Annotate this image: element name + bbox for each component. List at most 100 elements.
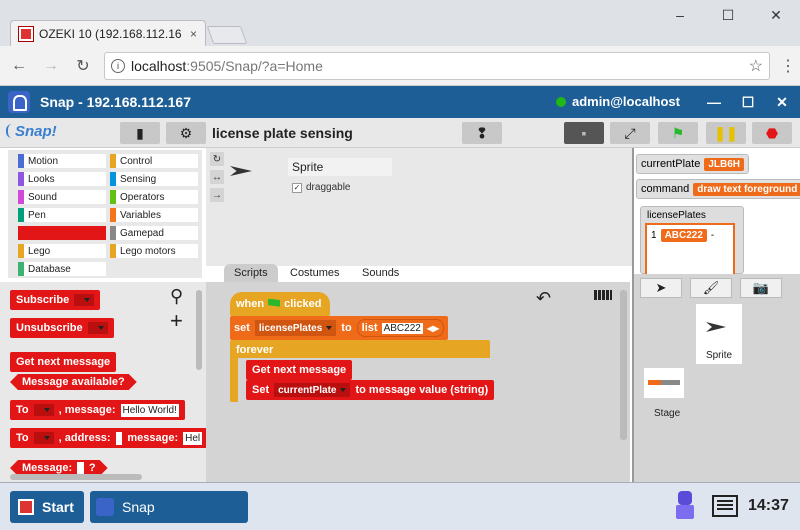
predicate-slot[interactable] (77, 462, 84, 475)
url-input[interactable]: i localhost:9505/Snap/?a=Home ☆ (104, 51, 770, 80)
maximize-button[interactable]: ☐ (704, 0, 752, 30)
category-lego-motors[interactable]: Lego motors (110, 244, 198, 258)
command-watcher[interactable]: command draw text foreground (636, 179, 800, 199)
current-plate-watcher[interactable]: currentPlate JLB6H (636, 154, 749, 174)
forward-arrow-icon[interactable]: → (38, 53, 64, 79)
message-available-block[interactable]: Message available? (10, 374, 137, 390)
tab-close-icon[interactable]: × (190, 27, 197, 41)
green-flag-icon[interactable]: ⚑ (658, 122, 698, 144)
rotate-any-icon[interactable]: ↻ (210, 152, 224, 166)
url-path: :9505/Snap/?a=Home (186, 57, 323, 74)
url-host: localhost (131, 57, 187, 74)
dropdown-arrow-icon[interactable] (33, 432, 54, 444)
address-slot[interactable] (115, 431, 123, 445)
robot-icon[interactable] (674, 491, 696, 521)
category-motion[interactable]: Motion (18, 154, 106, 168)
category-ozeki[interactable]: Ozeki (18, 226, 106, 240)
ozeki-maximize-button[interactable]: ☐ (738, 92, 758, 112)
single-stepping-icon[interactable]: ❢ (462, 122, 502, 144)
close-button[interactable]: ✕ (752, 0, 800, 30)
list-cell[interactable]: ABC222 (660, 229, 707, 242)
tab-costumes[interactable]: Costumes (280, 264, 350, 282)
category-sensing[interactable]: Sensing (110, 172, 198, 186)
minimize-button[interactable]: – (656, 0, 704, 30)
send-message-block[interactable]: To , message: Hello World! (10, 400, 185, 420)
category-pen[interactable]: Pen (18, 208, 106, 222)
category-label: Lego motors (120, 245, 176, 257)
license-plates-list-watcher[interactable]: licensePlates 1 ABC222- (640, 206, 744, 274)
pause-icon[interactable]: ❚❚ (706, 122, 746, 144)
list-arrows-icon[interactable]: ◀▶ (427, 324, 439, 333)
scripts-area[interactable]: when clicked set licensePlates to list ABC… (206, 282, 630, 482)
corral-toolbar: ➤ 🖌 📷 (640, 278, 782, 298)
dropdown-arrow-icon[interactable] (74, 294, 95, 306)
variable-dropdown[interactable]: licensePlates (254, 320, 337, 336)
set-variable-block[interactable]: set licensePlates to list ABC222 ◀▶ (230, 316, 448, 340)
category-gamepad[interactable]: Gamepad (110, 226, 198, 240)
when-flag-clicked-block[interactable]: when clicked (230, 292, 330, 316)
scripts-scrollbar[interactable] (620, 290, 627, 440)
get-next-message-block[interactable]: Get next message (246, 360, 353, 380)
paint-brush-icon[interactable]: 🖌 (690, 278, 732, 298)
block-label: Get next message (16, 356, 111, 368)
info-icon[interactable]: i (111, 58, 125, 73)
no-rotate-icon[interactable]: → (210, 188, 224, 202)
palette-scrollbar[interactable] (196, 290, 202, 370)
list-reporter-block[interactable]: list ABC222 ◀▶ (356, 319, 445, 337)
camera-icon[interactable]: 📷 (740, 278, 782, 298)
dropdown-arrow-icon[interactable] (33, 404, 54, 416)
browser-tab[interactable]: OZEKI 10 (192.168.112.16 × (10, 20, 206, 46)
reload-icon[interactable]: ↻ (70, 53, 96, 79)
sprite-name-input[interactable]: Sprite (288, 158, 392, 176)
category-database[interactable]: Database (18, 262, 106, 276)
keyboard-icon[interactable] (594, 290, 612, 300)
forever-block[interactable]: forever Get next message Set currentPlate… (230, 340, 495, 402)
get-next-message-block[interactable]: Get next message (10, 352, 117, 372)
start-button[interactable]: Start (10, 491, 84, 523)
tab-sounds[interactable]: Sounds (352, 264, 409, 282)
sprite-card-label: Sprite (705, 350, 733, 361)
new-tab-button[interactable] (206, 26, 248, 44)
subscribe-block[interactable]: Subscribe (10, 290, 101, 310)
back-arrow-icon[interactable]: ← (6, 53, 32, 79)
set-to-message-value-block[interactable]: Set currentPlate to message value (string) (246, 380, 495, 400)
variables-color-icon (110, 208, 116, 222)
stage-thumbnail[interactable] (644, 368, 684, 398)
gamepad-color-icon (110, 226, 116, 240)
file-menu-icon[interactable]: ▮ (120, 122, 160, 144)
list-item-slot[interactable]: ABC222 (381, 322, 423, 334)
monitor-icon[interactable] (712, 495, 738, 517)
category-control[interactable]: Control (110, 154, 198, 168)
message-slot[interactable]: Hello World! (120, 403, 179, 417)
unsubscribe-block[interactable]: Unsubscribe (10, 318, 114, 338)
category-lego[interactable]: Lego (18, 244, 106, 258)
category-sound[interactable]: Sound (18, 190, 106, 204)
taskbar-item-snap[interactable]: Snap (90, 491, 248, 523)
send-message-address-block[interactable]: To , address: message: Hel (10, 428, 206, 448)
search-icon[interactable]: ⚲ (170, 286, 183, 307)
bookmark-star-icon[interactable]: ☆ (749, 56, 763, 76)
dropdown-arrow-icon[interactable] (87, 322, 108, 334)
variable-dropdown[interactable]: currentPlate (274, 383, 351, 397)
undo-icon[interactable]: ↶ (536, 288, 551, 309)
category-looks[interactable]: Looks (18, 172, 106, 186)
stop-icon[interactable]: ⬣ (752, 122, 792, 144)
add-turtle-sprite-icon[interactable]: ➤ (640, 278, 682, 298)
stage-size-normal-icon[interactable]: ▪ (564, 122, 604, 144)
settings-gear-icon[interactable]: ⚙ (166, 122, 206, 144)
browser-menu-icon[interactable]: ⋮ (780, 56, 796, 76)
message-slot[interactable]: Hel (183, 431, 203, 445)
tab-scripts[interactable]: Scripts (224, 264, 278, 282)
ozeki-minimize-button[interactable]: — (704, 92, 724, 112)
tab-title: OZEKI 10 (192.168.112.16 (39, 26, 182, 41)
ozeki-close-button[interactable]: ✕ (772, 92, 792, 112)
stage[interactable]: currentPlate JLB6H command draw text foreg… (632, 148, 800, 274)
category-variables[interactable]: Variables (110, 208, 198, 222)
snap-logo[interactable]: Snap! (6, 123, 57, 140)
category-operators[interactable]: Operators (110, 190, 198, 204)
palette-horizontal-scrollbar[interactable] (10, 474, 142, 480)
fullscreen-icon[interactable]: ⤢ (610, 122, 650, 144)
rotate-leftright-icon[interactable]: ↔ (210, 170, 224, 184)
add-block-icon[interactable]: + (170, 308, 183, 334)
draggable-checkbox[interactable]: ✓ draggable (292, 182, 350, 193)
